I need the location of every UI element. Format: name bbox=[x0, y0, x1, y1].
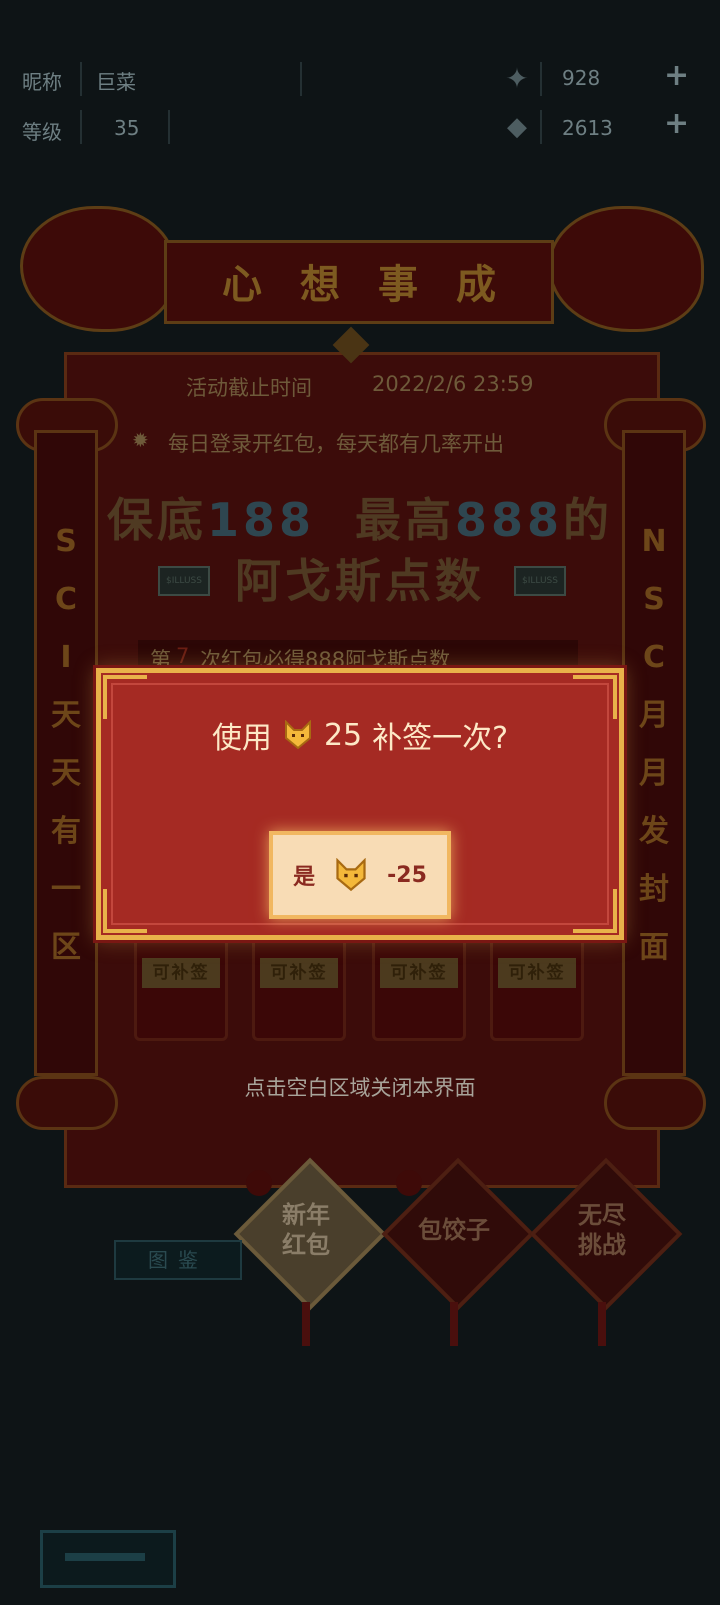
fox-coin-icon bbox=[336, 858, 366, 892]
divider bbox=[168, 110, 170, 144]
pillar-char: C bbox=[642, 640, 666, 675]
menu-new-year-envelope[interactable]: 新年 红包 bbox=[233, 1157, 387, 1311]
pillar-char: 区 bbox=[51, 930, 81, 965]
right-carp-ornament bbox=[548, 206, 704, 332]
menu-label: 包饺子 bbox=[418, 1216, 490, 1244]
envelope-slot[interactable]: 可补签 bbox=[372, 925, 466, 1041]
dialog-title: 使用 25 补签一次? bbox=[101, 713, 619, 757]
back-button[interactable] bbox=[40, 1530, 176, 1588]
pillar-char: N bbox=[641, 524, 667, 559]
makeup-sign-button[interactable]: 可补签 bbox=[260, 958, 338, 988]
divider bbox=[80, 110, 82, 144]
pillar-char: 天 bbox=[51, 756, 81, 791]
pillar-char: 发 bbox=[639, 814, 669, 849]
back-arrow-icon bbox=[65, 1553, 145, 1561]
nickname-value: 巨菜 bbox=[96, 70, 136, 94]
pillar-char: I bbox=[60, 640, 72, 675]
tassel-icon bbox=[598, 1302, 606, 1346]
makeup-sign-button[interactable]: 可补签 bbox=[498, 958, 576, 988]
menu-endless-challenge[interactable]: 无尽 挑战 bbox=[529, 1157, 683, 1311]
headline-line1: 保底188 最高888的 bbox=[0, 484, 720, 550]
dialog-suffix: 补签一次? bbox=[372, 721, 509, 756]
pillar-char: 面 bbox=[639, 930, 669, 965]
menu-label: 新年 红包 bbox=[282, 1201, 330, 1259]
currency2-value: 2613 bbox=[562, 116, 613, 140]
left-carp-ornament bbox=[20, 206, 176, 332]
confirm-button[interactable]: 是 -25 bbox=[269, 831, 451, 919]
headline-line2: 阿戈斯点数 bbox=[235, 554, 485, 608]
pillar-char: 天 bbox=[51, 698, 81, 733]
level-label: 等级 bbox=[22, 120, 62, 144]
makeup-sign-button[interactable]: 可补签 bbox=[142, 958, 220, 988]
right-pillar: N S C 月 月 发 封 面 bbox=[622, 430, 686, 1076]
ticket-badge-icon: $ILLUSS bbox=[158, 566, 210, 596]
menu-label: 无尽 挑战 bbox=[578, 1201, 626, 1259]
tassel-icon bbox=[302, 1302, 310, 1346]
level-value: 35 bbox=[114, 116, 140, 140]
fox-coin-icon bbox=[284, 720, 311, 750]
headline-min-value: 188 bbox=[206, 493, 315, 547]
divider bbox=[80, 62, 82, 96]
envelope-slot[interactable]: 可补签 bbox=[490, 925, 584, 1041]
pillar-char: S bbox=[643, 582, 665, 617]
pillar-char: 月 bbox=[639, 756, 669, 791]
album-button[interactable]: 图鉴 bbox=[114, 1240, 242, 1280]
level-row: 等级 35 ◆ 2613 + bbox=[0, 104, 720, 152]
pillar-char: 一 bbox=[51, 872, 81, 907]
divider bbox=[540, 62, 542, 96]
pillar-char: S bbox=[55, 524, 77, 559]
headline-text: 的 bbox=[563, 493, 614, 547]
makeup-sign-button[interactable]: 可补签 bbox=[380, 958, 458, 988]
confirm-label: 是 bbox=[293, 865, 316, 890]
dialog-prefix: 使用 bbox=[211, 721, 272, 756]
sparkle-icon: ✹ bbox=[132, 428, 149, 452]
headline-text: 保底 bbox=[106, 493, 207, 547]
makeup-sign-dialog: 使用 25 补签一次? 是 -25 bbox=[96, 668, 624, 940]
add-currency1-button[interactable]: + bbox=[664, 58, 689, 93]
add-currency2-button[interactable]: + bbox=[664, 106, 689, 141]
headline-max-value: 888 bbox=[455, 493, 564, 547]
currency1-value: 928 bbox=[562, 66, 601, 90]
ticket-badge-icon: $ILLUSS bbox=[514, 566, 566, 596]
pillar-char: 月 bbox=[639, 698, 669, 733]
divider bbox=[300, 62, 302, 96]
divider bbox=[540, 110, 542, 144]
envelope-slot[interactable]: 可补签 bbox=[252, 925, 346, 1041]
tassel-icon bbox=[450, 1302, 458, 1346]
pillar-char: C bbox=[54, 582, 78, 617]
envelope-slot[interactable]: 可补签 bbox=[134, 925, 228, 1041]
corner-ornament bbox=[103, 889, 147, 933]
confirm-cost: -25 bbox=[387, 862, 427, 888]
left-pillar: S C I 天 天 有 一 区 bbox=[34, 430, 98, 1076]
menu-dumplings[interactable]: 包饺子 bbox=[381, 1157, 535, 1311]
diamond-currency-icon: ✦ bbox=[505, 62, 529, 95]
corner-ornament bbox=[573, 889, 617, 933]
pillar-char: 封 bbox=[639, 872, 669, 907]
nickname-label: 昵称 bbox=[22, 70, 62, 94]
dialog-amount: 25 bbox=[323, 717, 363, 753]
guarantee-number: 7 bbox=[176, 644, 190, 668]
daily-tip: 每日登录开红包，每天都有几率开出 bbox=[168, 432, 504, 456]
headline-text: 最高 bbox=[355, 493, 456, 547]
deadline-value: 2022/2/6 23:59 bbox=[372, 372, 534, 396]
close-hint: 点击空白区域关闭本界面 bbox=[244, 1076, 476, 1100]
fox-currency-icon: ◆ bbox=[507, 112, 527, 142]
nickname-row: 昵称 巨菜 ✦ 928 + bbox=[0, 56, 720, 104]
pillar-char: 有 bbox=[51, 814, 81, 849]
event-banner: 心想事成 bbox=[164, 240, 554, 324]
deadline-label: 活动截止时间 bbox=[186, 376, 312, 400]
